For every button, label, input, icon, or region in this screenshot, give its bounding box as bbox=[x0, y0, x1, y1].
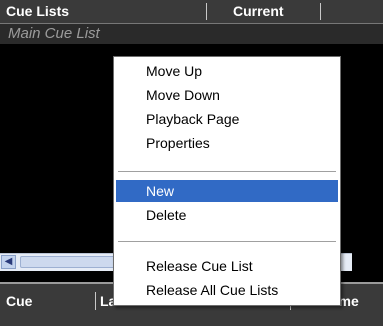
menu-item-label: Release Cue List bbox=[146, 258, 253, 274]
cue-list-row[interactable]: Main Cue List bbox=[0, 24, 383, 44]
column-current[interactable]: Current bbox=[233, 0, 284, 23]
menu-item-label: New bbox=[146, 183, 175, 199]
menu-item-move-up[interactable]: Move Up bbox=[116, 60, 338, 82]
menu-item-delete[interactable]: Delete bbox=[116, 204, 338, 226]
menu-item-properties[interactable]: Properties bbox=[116, 132, 338, 154]
cue-list-window: Cue Lists Current Main Cue List ◀ Cue La… bbox=[0, 0, 383, 326]
menu-item-label: Delete bbox=[146, 207, 187, 223]
menu-item-label: Move Down bbox=[146, 87, 220, 103]
cue-list-name: Main Cue List bbox=[8, 25, 100, 42]
menu-item-release-cue-list[interactable]: Release Cue List bbox=[116, 255, 338, 277]
column-cue-lists[interactable]: Cue Lists bbox=[6, 0, 69, 23]
menu-item-new[interactable]: New bbox=[116, 180, 338, 202]
menu-item-label: Playback Page bbox=[146, 111, 240, 127]
menu-item-release-all-cue-lists[interactable]: Release All Cue Lists bbox=[116, 279, 338, 301]
menu-item-label: Move Up bbox=[146, 63, 203, 79]
column-divider[interactable] bbox=[95, 292, 96, 310]
arrow-left-icon: ◀ bbox=[4, 256, 13, 267]
context-menu: Move Up Move Down Playback Page Properti… bbox=[113, 56, 341, 306]
menu-item-playback-page[interactable]: Playback Page bbox=[116, 108, 338, 130]
menu-item-move-down[interactable]: Move Down bbox=[116, 84, 338, 106]
column-cue[interactable]: Cue bbox=[6, 290, 32, 312]
menu-item-label: Release All Cue Lists bbox=[146, 282, 279, 298]
cue-lists-header: Cue Lists Current bbox=[0, 0, 383, 23]
scroll-left-button[interactable]: ◀ bbox=[1, 255, 16, 269]
menu-separator bbox=[118, 171, 336, 172]
column-divider[interactable] bbox=[320, 3, 321, 20]
menu-item-label: Properties bbox=[146, 135, 210, 151]
column-divider[interactable] bbox=[206, 3, 207, 20]
menu-separator bbox=[118, 241, 336, 242]
